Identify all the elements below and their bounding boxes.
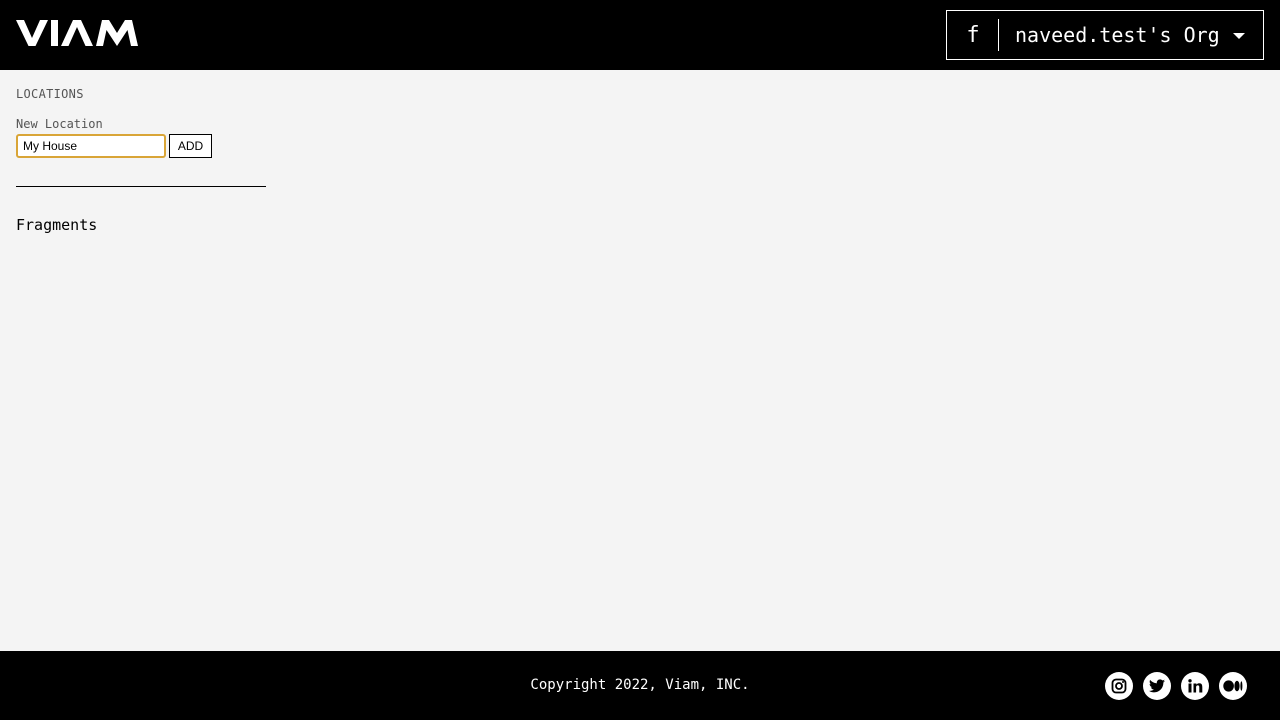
new-location-label: New Location (16, 117, 103, 131)
organization-switcher[interactable]: f naveed.test's Org (946, 10, 1264, 60)
copyright-text: Copyright 2022, Viam, INC. (530, 677, 750, 693)
top-navigation-bar: f naveed.test's Org (0, 0, 1280, 70)
add-location-button[interactable]: ADD (169, 134, 212, 158)
org-initial-badge: f (966, 22, 980, 48)
footer: Copyright 2022, Viam, INC. (0, 651, 1280, 720)
medium-icon[interactable] (1219, 672, 1247, 700)
twitter-icon[interactable] (1143, 672, 1171, 700)
new-location-input[interactable] (16, 134, 166, 158)
org-name: naveed.test's Org (1015, 23, 1220, 47)
viam-logo[interactable] (16, 20, 138, 46)
caret-down-icon (1233, 33, 1245, 39)
instagram-icon[interactable] (1105, 672, 1133, 700)
sidebar-divider (16, 186, 266, 187)
org-switcher-divider (998, 19, 999, 51)
linkedin-icon[interactable] (1181, 672, 1209, 700)
locations-heading: LOCATIONS (16, 87, 84, 101)
fragments-link[interactable]: Fragments (16, 216, 97, 234)
